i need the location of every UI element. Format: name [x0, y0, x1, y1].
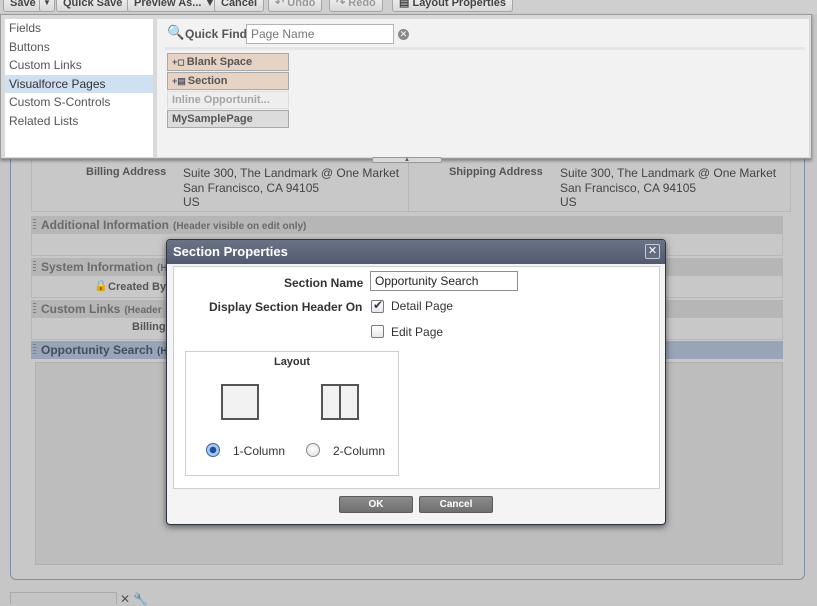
address-row: Billing Address Suite 300, The Landmark …: [31, 160, 791, 212]
category-related-lists[interactable]: Related Lists: [5, 112, 153, 131]
two-column-label[interactable]: 2-Column: [333, 444, 385, 458]
palette-category-list: Fields Buttons Custom Links Visualforce …: [5, 19, 153, 157]
section-title: System Information: [41, 260, 154, 274]
one-column-radio[interactable]: [206, 443, 220, 457]
quick-find-input[interactable]: [246, 24, 394, 44]
quick-save-button[interactable]: Quick Save: [56, 0, 130, 12]
bottom-drag-strip: [10, 592, 117, 604]
section-name-label: Section Name: [284, 276, 364, 290]
palette-item-blank-space[interactable]: +◻ Blank Space: [167, 53, 289, 71]
clear-search-icon[interactable]: ✕: [398, 29, 409, 40]
ok-button[interactable]: OK: [339, 496, 413, 513]
section-note: (Header visible on edit only): [173, 221, 307, 232]
two-column-radio[interactable]: [306, 443, 320, 457]
palette-item-inline-opportunity: Inline Opportunit...: [167, 91, 289, 109]
dialog-header: Section Properties ✕: [167, 240, 665, 264]
quick-find-label: Quick Find: [185, 27, 248, 41]
section-title: Opportunity Search: [41, 343, 154, 357]
section-note: (Header: [124, 305, 162, 316]
properties-icon: ▤: [399, 0, 410, 9]
display-header-label: Display Section Header On: [209, 300, 363, 314]
save-button[interactable]: Save: [3, 0, 43, 12]
section-name-input[interactable]: [370, 271, 518, 291]
edit-page-label[interactable]: Edit Page: [391, 325, 443, 339]
billing-address-value: Suite 300, The Landmark @ One Market San…: [183, 166, 399, 210]
billing-link-field[interactable]: Billing: [132, 321, 166, 333]
search-icon: 🔍: [167, 24, 185, 40]
dialog-title: Section Properties: [173, 244, 288, 259]
shipping-address-line-2: San Francisco, CA 94105: [560, 180, 697, 195]
category-fields[interactable]: Fields: [5, 19, 153, 38]
detail-page-label[interactable]: Detail Page: [391, 299, 453, 313]
close-icon[interactable]: ✕: [645, 244, 660, 259]
billing-address-label: Billing Address: [86, 166, 167, 178]
dialog-body: Section Name Display Section Header On D…: [173, 266, 660, 489]
shipping-address-label: Shipping Address: [449, 166, 543, 178]
layout-properties-button[interactable]: ▤ Layout Properties: [392, 0, 513, 12]
address-divider: [408, 160, 409, 212]
drag-handle-icon[interactable]: [33, 344, 36, 356]
two-column-layout-icon[interactable]: [321, 384, 359, 420]
section-additional-information[interactable]: Additional Information (Header visible on…: [31, 216, 783, 234]
layout-title: Layout: [273, 356, 311, 368]
palette-item-label: Section: [187, 75, 228, 87]
palette-item-mysamplepage[interactable]: MySamplePage: [167, 110, 289, 128]
cancel-button[interactable]: Cancel: [214, 0, 265, 12]
palette-item-section[interactable]: +▤ Section: [167, 72, 289, 90]
billing-address-line-1: Suite 300, The Landmark @ One Market: [183, 166, 400, 180]
category-visualforce-pages[interactable]: Visualforce Pages: [5, 74, 153, 93]
redo-icon: ↷: [336, 0, 346, 9]
layout-options: Layout 1-Column 2-Column: [185, 351, 399, 476]
blank-space-icon: +◻: [172, 57, 185, 67]
section-title: Additional Information: [41, 218, 169, 232]
edit-page-checkbox[interactable]: [371, 325, 384, 338]
toolbar: Save ▼ Quick Save Preview As... ▼ Cancel…: [0, 0, 817, 14]
one-column-label[interactable]: 1-Column: [233, 444, 285, 458]
drag-handle-icon[interactable]: [33, 261, 36, 273]
undo-label: Undo: [287, 0, 316, 9]
shipping-address-line-3: US: [560, 195, 577, 209]
preview-as-button[interactable]: Preview As... ▼: [127, 0, 223, 12]
category-custom-links[interactable]: Custom Links: [5, 56, 153, 75]
lock-icon: 🔒: [94, 280, 108, 292]
detail-page-checkbox[interactable]: [371, 298, 384, 313]
redo-label: Redo: [348, 0, 376, 9]
redo-button[interactable]: ↷ Redo: [329, 0, 383, 12]
quick-find-divider: [165, 47, 805, 50]
drag-handle-icon[interactable]: [33, 219, 36, 231]
save-menu-button[interactable]: ▼: [39, 0, 55, 12]
undo-icon: ↶: [275, 0, 285, 9]
field-palette: Fields Buttons Custom Links Visualforce …: [0, 14, 812, 159]
created-by-field[interactable]: Created By: [108, 281, 166, 293]
section-icon: +▤: [172, 76, 186, 86]
drag-handle-icon[interactable]: [33, 303, 36, 315]
layout-properties-label: Layout Properties: [412, 0, 506, 9]
shipping-address-value: Suite 300, The Landmark @ One Market San…: [560, 166, 776, 210]
section-properties-dialog: Section Properties ✕ Section Name Displa…: [166, 239, 666, 525]
palette-items-area: 🔍 Quick Find ✕ +◻Blank Space +▤Section I…: [157, 19, 809, 157]
dialog-cancel-button[interactable]: Cancel: [419, 496, 493, 513]
billing-address-line-2: San Francisco, CA 94105: [183, 180, 320, 195]
category-custom-s-controls[interactable]: Custom S-Controls: [5, 93, 153, 112]
shipping-address-line-1: Suite 300, The Landmark @ One Market: [560, 166, 777, 180]
section-title: Custom Links: [41, 302, 121, 316]
undo-button[interactable]: ↶ Undo: [268, 0, 323, 12]
one-column-layout-icon[interactable]: [221, 384, 259, 420]
palette-resize-handle[interactable]: ▲: [372, 157, 442, 163]
palette-item-label: Blank Space: [186, 56, 253, 68]
billing-address-line-3: US: [183, 195, 200, 209]
category-buttons[interactable]: Buttons: [5, 38, 153, 57]
